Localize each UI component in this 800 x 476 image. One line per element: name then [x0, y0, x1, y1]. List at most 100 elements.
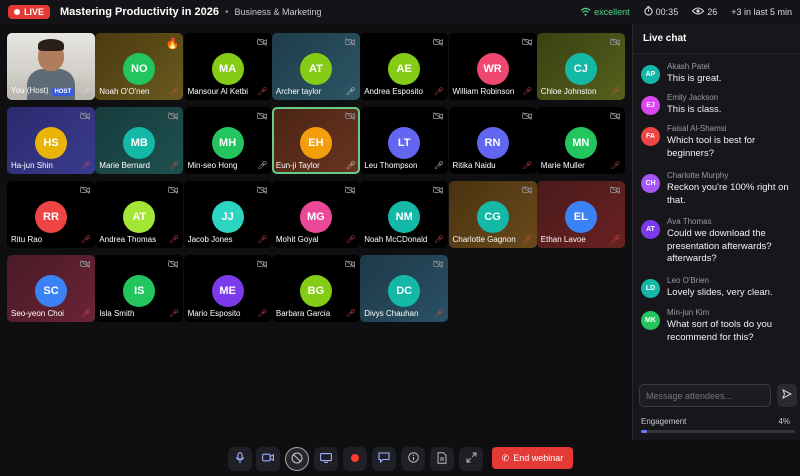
- participant-tile[interactable]: NM Noah McCDonald 🎤︎: [360, 181, 449, 248]
- participant-tile[interactable]: DC Divys Chauhan 🎤︎: [360, 255, 449, 322]
- mic-muted-icon: 🎤︎: [345, 235, 356, 244]
- participant-tile[interactable]: IS Isla Smith 🎤︎: [95, 255, 184, 322]
- participant-tile[interactable]: WR William Robinson 🎤︎: [448, 33, 537, 100]
- fullscreen-icon: [466, 452, 477, 466]
- participant-tile[interactable]: NO Noah O'O'nen 🎤︎ 🔥: [95, 33, 184, 100]
- record-button[interactable]: [343, 447, 367, 471]
- camera-off-icon: [345, 260, 355, 270]
- participant-name: Mario Esposito: [187, 309, 241, 318]
- live-label: LIVE: [24, 7, 45, 17]
- participant-avatar: EL: [564, 201, 597, 233]
- send-button[interactable]: [777, 384, 797, 407]
- camera-off-icon: [433, 260, 444, 270]
- participant-name: Seo-yeon Choi: [11, 309, 64, 318]
- mic-muted-icon: 🎤︎: [345, 309, 356, 318]
- chat-button[interactable]: [372, 447, 396, 471]
- participant-tile[interactable]: EH Eun-ji Taylor 🎤︎: [271, 107, 360, 174]
- bottom-toolbar: ✆ End webinar: [0, 440, 800, 476]
- participant-tile[interactable]: MH Min-seo Hong 🎤︎: [183, 107, 272, 174]
- chat-author: Ava Thomas: [667, 217, 712, 226]
- participant-avatar: BG: [299, 275, 332, 307]
- phone-hangup-icon: ✆: [501, 452, 510, 463]
- mic-muted-icon: 🎤︎: [169, 87, 180, 96]
- chat-avatar: FA: [641, 127, 660, 146]
- participant-tile[interactable]: JJ Jacob Jones 🎤︎: [183, 181, 272, 248]
- chat-author: Min-jun Kim: [667, 308, 710, 317]
- mic-button[interactable]: [228, 447, 252, 471]
- participant-tile[interactable]: MN Marie Muller 🎤︎: [536, 107, 625, 174]
- participant-tile[interactable]: RR Ritu Rao 🎤︎: [7, 181, 95, 248]
- participant-tile[interactable]: HS Ha-jun Shin 🎤︎: [7, 107, 95, 174]
- fullscreen-button[interactable]: [459, 447, 483, 471]
- participant-tile[interactable]: RN Ritika Naidu 🎤︎: [448, 107, 537, 174]
- mic-muted-icon: 🎤︎: [610, 87, 621, 96]
- participant-avatar: AE: [388, 53, 421, 85]
- participant-tile[interactable]: BG Barbara Garcia 🎤︎: [271, 255, 360, 322]
- chat-author: Emily Jackson: [667, 93, 719, 102]
- mic-icon: 🎤︎: [345, 87, 356, 96]
- participant-name: Noah O'O'nen: [99, 87, 150, 96]
- participant-avatar: AT: [299, 53, 332, 85]
- camera-button[interactable]: [256, 447, 280, 471]
- participant-tile[interactable]: SC Seo-yeon Choi 🎤︎: [7, 255, 95, 322]
- camera-off-icon: [609, 112, 620, 122]
- chat-text: Lovely slides, very clean.: [667, 287, 773, 298]
- document-icon: [437, 451, 447, 467]
- camera-off-icon: [345, 38, 355, 48]
- camera-off-button[interactable]: [285, 447, 309, 471]
- mic-muted-icon: 🎤︎: [257, 235, 268, 244]
- participant-avatar: AT: [123, 201, 156, 233]
- participant-tile[interactable]: AE Andrea Esposito 🎤︎: [360, 33, 449, 100]
- end-webinar-button[interactable]: ✆ End webinar: [492, 447, 573, 469]
- camera-off-icon: [345, 112, 355, 122]
- participant-tile[interactable]: MG Mohit Goyal 🎤︎: [271, 181, 360, 248]
- participant-name: Noah McCDonald: [364, 235, 428, 244]
- chat-message-input[interactable]: [639, 384, 771, 407]
- participant-name: Isla Smith: [99, 309, 135, 318]
- participant-tile[interactable]: CG Charlotte Gagnon 🎤︎: [448, 181, 537, 248]
- chat-avatar: MK: [641, 311, 660, 330]
- webinar-title: Mastering Productivity in 2026: [60, 6, 219, 18]
- participant-name: Mohit Goyal: [275, 235, 319, 244]
- participant-name: Leu Thompson: [364, 161, 418, 170]
- self-video-tile[interactable]: You (Host) HOST 🎤︎: [7, 33, 95, 100]
- participant-avatar: EH: [299, 127, 332, 159]
- participant-tile[interactable]: EL Ethan Lavoe 🎤︎: [536, 181, 625, 248]
- mic-muted-icon: 🎤︎: [522, 161, 533, 170]
- participant-avatar: HS: [35, 127, 67, 159]
- mic-icon: [235, 451, 245, 467]
- participant-tile[interactable]: LT Leu Thompson 🎤︎: [360, 107, 449, 174]
- mic-muted-icon: 🎤︎: [169, 235, 180, 244]
- chat-header: Live chat: [633, 24, 800, 54]
- info-button[interactable]: [401, 447, 425, 471]
- mic-muted-icon: 🎤︎: [434, 309, 445, 318]
- chat-avatar: AP: [641, 65, 660, 84]
- chat-avatar: AT: [641, 220, 660, 239]
- self-name: You (Host) HOST: [11, 86, 75, 96]
- viewer-count-value: 26: [707, 7, 718, 17]
- screen-share-button[interactable]: [314, 447, 338, 471]
- camera-off-icon: [168, 112, 179, 122]
- participant-tile[interactable]: ME Mario Esposito 🎤︎: [183, 255, 272, 322]
- mic-muted-icon: 🎤︎: [169, 309, 180, 318]
- separator-dot: •: [224, 6, 229, 18]
- document-button[interactable]: [430, 447, 454, 471]
- participant-avatar: IS: [123, 275, 156, 307]
- camera-off-icon: [256, 112, 267, 122]
- camera-off-icon: [433, 186, 444, 196]
- participant-tile[interactable]: MA Mansour Al Ketbi 🎤︎: [183, 33, 272, 100]
- participant-avatar: NO: [123, 53, 156, 85]
- participant-tile[interactable]: MB Marie Bernard 🎤︎: [95, 107, 184, 174]
- mic-icon: 🎤︎: [80, 87, 91, 96]
- camera-off-icon: [80, 186, 90, 196]
- participant-tile[interactable]: CJ Chloe Johnston 🎤︎: [536, 33, 625, 100]
- participant-tile[interactable]: AT Archer taylor 🎤︎: [271, 33, 360, 100]
- mic-muted-icon: 🎤︎: [610, 235, 621, 244]
- camera-off-icon: [80, 112, 90, 122]
- connection-label: excellent: [594, 7, 630, 17]
- viewer-count: 26: [691, 7, 718, 17]
- participant-tile[interactable]: AT Andrea Thomas 🎤︎: [95, 181, 184, 248]
- camera-off-icon: [521, 112, 532, 122]
- mic-muted-icon: 🎤︎: [522, 235, 533, 244]
- participant-name: Mansour Al Ketbi: [187, 87, 249, 96]
